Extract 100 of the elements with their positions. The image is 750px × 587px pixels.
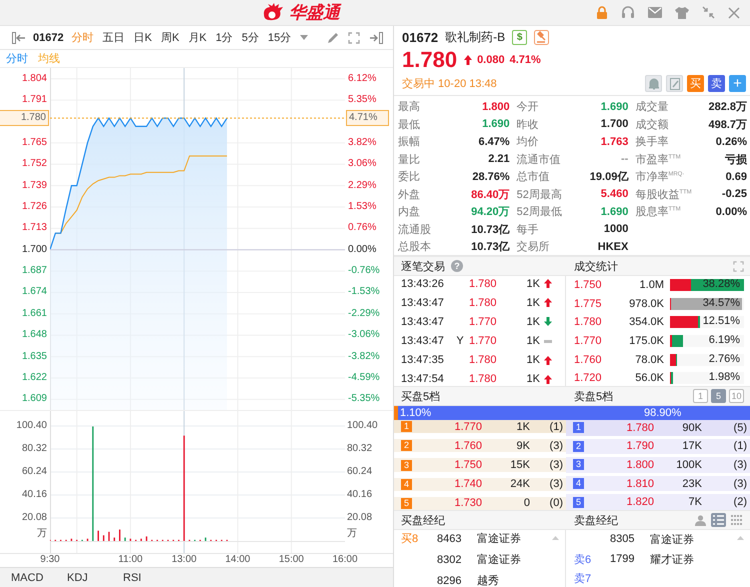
stock-code: 01672: [402, 30, 438, 44]
price-change: 0.080: [477, 54, 505, 66]
broker-id: 8302: [437, 554, 462, 566]
stat-percent: 2.76%: [708, 352, 740, 365]
percent-label: 0.00%: [347, 242, 378, 257]
stat-label: 昨收: [516, 118, 539, 132]
broker-queue-label: 买8: [401, 533, 418, 545]
percent-label: 3.82%: [347, 136, 378, 150]
trade-price: 1.780: [469, 296, 498, 309]
stat-value: 1.690: [482, 118, 510, 130]
trade-type-label: Y: [456, 335, 464, 348]
trade-volume: 1K: [526, 316, 540, 328]
stat-price: 1.780: [574, 316, 603, 328]
time-label: 14:00: [225, 554, 250, 565]
stat-price: 1.750: [574, 278, 603, 291]
stat-value: 86.40万: [471, 188, 510, 202]
broker-name: 富途证券: [477, 532, 521, 546]
stat-label: 成交额: [635, 118, 668, 132]
stat-value: 28.76%: [472, 170, 510, 183]
volume-label: 40.16: [347, 488, 372, 502]
trade-price: 1.780: [469, 373, 498, 386]
stat-label: 每手: [516, 222, 539, 237]
stat-value: 1000: [604, 223, 628, 236]
stat-percent: 38.28%: [702, 278, 740, 290]
trade-time: 13:43:47: [401, 316, 445, 328]
ask-share: 98.90%: [644, 407, 682, 419]
unit-label: 万: [37, 527, 47, 541]
price-label: 1.804: [20, 72, 48, 86]
volume-label: 20.08: [22, 511, 47, 525]
percent-label: 3.06%: [347, 157, 378, 172]
stock-name: 歌礼制药-B: [445, 28, 506, 46]
time-label: 9:30: [40, 554, 60, 565]
logo-text: 华盛通: [289, 2, 340, 24]
stat-value: 1.690: [600, 206, 628, 218]
stat-label: 市盈率$^{TTM}$: [635, 152, 681, 167]
stat-label: 交易所: [516, 240, 550, 254]
trade-time: 13:47:54: [401, 373, 445, 386]
broker-queue-label: 卖6: [574, 554, 592, 566]
volume-label: 80.32: [347, 442, 372, 456]
order-count: (1): [732, 440, 747, 452]
bid-volume: 0: [522, 497, 530, 510]
price-label: 1.635: [20, 350, 48, 364]
broker-id: 1799: [610, 553, 636, 565]
percent-label: -0.76%: [347, 264, 381, 278]
stat-percent: 1.98%: [708, 371, 740, 384]
ask-price: 1.810: [625, 478, 654, 490]
stat-value: 1.690: [600, 100, 628, 113]
last-price: 1.780: [402, 47, 458, 73]
percent-label: 0.76%: [347, 221, 378, 236]
order-count: (5): [732, 422, 747, 434]
stat-value: 498.7万: [708, 118, 747, 132]
level-badge: 3: [573, 459, 584, 470]
broker-name: 越秀: [477, 574, 499, 587]
section-title: 成交统计: [574, 260, 618, 274]
percent-label: 2.29%: [347, 178, 378, 193]
trade-time: 13:43:47: [401, 335, 445, 348]
trade-volume: 1K: [526, 354, 540, 366]
time-label: 16:00: [332, 554, 358, 565]
stat-value: 1.763: [600, 136, 628, 148]
currency-badge: $: [512, 30, 528, 44]
stat-value: 94.20万: [471, 205, 510, 220]
price-label: 1.726: [20, 200, 48, 214]
level-badge: 2: [401, 440, 412, 452]
stock-code: 01672: [33, 32, 64, 44]
ask-volume: 23K: [681, 478, 702, 490]
broker-id: 8296: [437, 574, 462, 586]
stat-label: 最高: [398, 100, 420, 114]
ask-volume: 17K: [681, 440, 702, 452]
stat-value: -0.25: [722, 188, 747, 200]
legend-label: 分时: [6, 52, 28, 66]
volume-label: 80.32: [22, 442, 47, 456]
stat-label: 均价: [516, 135, 539, 150]
trade-price: 1.780: [469, 354, 498, 366]
stat-label: 股息率$^{TTM}$: [635, 204, 681, 220]
bid-volume: 15K: [509, 459, 530, 471]
order-count: (1): [548, 420, 563, 433]
stat-label: 流通市值: [516, 152, 561, 167]
ask-volume: 7K: [688, 496, 702, 508]
stat-price: 1.775: [574, 298, 603, 310]
broker-name: 耀才证券: [650, 552, 694, 566]
trade-volume: 1K: [526, 296, 540, 309]
price-label: 1.609: [20, 392, 48, 406]
stat-value: 2.21: [488, 153, 510, 166]
stat-volume: 56.0K: [634, 372, 664, 384]
stat-label: 最低: [398, 118, 420, 132]
percent-label: -3.82%: [347, 350, 381, 364]
legend-label: 均线: [38, 52, 60, 66]
broker-name: 富途证券: [477, 552, 521, 567]
trading-status: 交易中 10-20 13:48: [402, 76, 497, 91]
stat-value: 6.47%: [478, 136, 510, 148]
trade-price: 1.770: [469, 335, 498, 348]
stat-label: 外盘: [398, 188, 420, 202]
order-count: (0): [548, 497, 563, 510]
bid-price: 1.740: [453, 478, 482, 490]
price-label: 1.674: [20, 285, 48, 300]
section-title: 卖盘5档: [574, 390, 614, 404]
time-label: 11:00: [118, 554, 143, 565]
stat-value: 1.800: [482, 100, 510, 113]
stat-value: 0.26%: [716, 136, 747, 148]
price-label: 1.687: [20, 264, 48, 278]
